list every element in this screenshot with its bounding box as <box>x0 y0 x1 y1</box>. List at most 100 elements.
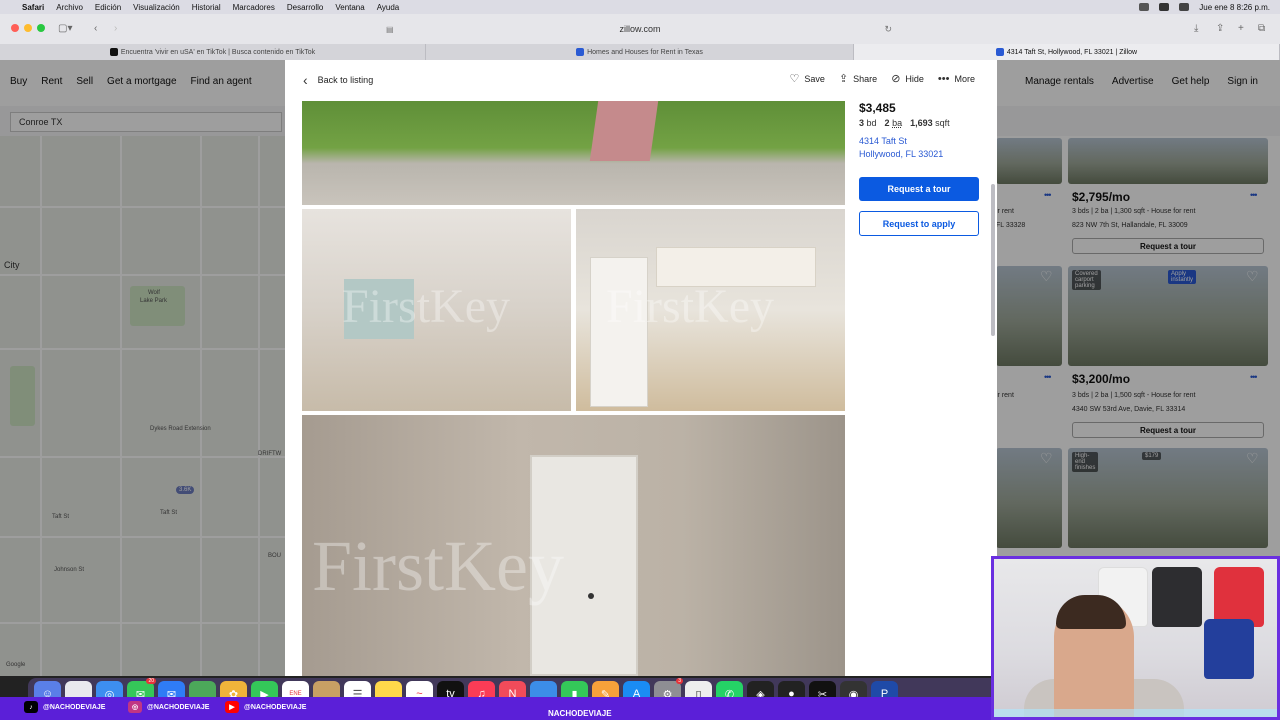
baths-fact: 2 ba <box>885 118 903 128</box>
menu-visualizacion[interactable]: Visualización <box>133 3 180 12</box>
back-label: Back to listing <box>317 75 374 85</box>
instagram-handle: ◎ @NACHODEVIAJE <box>128 701 209 713</box>
tab-title: 4314 Taft St, Hollywood, FL 33021 | Zill… <box>1006 48 1138 56</box>
instagram-icon: ◎ <box>128 701 142 713</box>
sqft-unit: sqft <box>935 118 950 128</box>
minimize-window-button[interactable] <box>24 24 32 32</box>
heart-icon: ♡ <box>789 73 800 85</box>
safari-toolbar: ▢▾ ‹ › ▤ zillow.com ↻ ⤓ ⇪ + ⧉ <box>0 14 1280 44</box>
action-label: Hide <box>905 73 924 84</box>
listing-actions: ♡ Save ⇪ Share ⊘ Hide ••• More <box>790 72 975 86</box>
share-button[interactable]: ⇪ Share <box>839 72 877 85</box>
jersey-black <box>1152 567 1202 627</box>
menubar-status-area: Jue ene 8 8:26 p.m. <box>1139 0 1270 14</box>
hide-button[interactable]: ⊘ Hide <box>891 72 924 85</box>
menu-edicion[interactable]: Edición <box>95 3 121 12</box>
downloads-icon[interactable]: ⤓ <box>1194 23 1198 34</box>
tab-listing[interactable]: 4314 Taft St, Hollywood, FL 33021 | Zill… <box>854 44 1280 60</box>
forward-nav-icon[interactable]: › <box>114 23 117 34</box>
sidebar-toggle-icon[interactable]: ▢▾ <box>58 23 72 34</box>
beds-unit: bd <box>866 118 877 128</box>
request-tour-button[interactable]: Request a tour <box>859 177 979 201</box>
baths-unit: ba <box>892 118 903 128</box>
share-icon: ⇪ <box>838 73 849 85</box>
back-to-listing-link[interactable]: ‹ Back to listing <box>303 72 373 88</box>
jersey-blue <box>1204 619 1254 679</box>
menu-historial[interactable]: Historial <box>192 3 221 12</box>
address-url: zillow.com <box>619 24 661 34</box>
handle-text: @NACHODEVIAJE <box>43 703 106 711</box>
tab-tiktok[interactable]: Encuentra 'vivir en uSA' en TikTok | Bus… <box>0 44 426 60</box>
handle-text: @NACHODEVIAJE <box>244 703 307 711</box>
listing-photo-hallway[interactable]: FirstKey <box>302 415 845 676</box>
menu-safari[interactable]: Safari <box>22 3 44 12</box>
menu-ventana[interactable]: Ventana <box>335 3 364 12</box>
wifi-icon[interactable] <box>1159 3 1170 11</box>
listing-photo-modal: ‹ Back to listing ♡ Save ⇪ Share ⊘ Hide … <box>285 60 997 676</box>
menu-marcadores[interactable]: Marcadores <box>233 3 275 12</box>
share-page-icon[interactable]: ⇪ <box>1216 23 1224 34</box>
handle-text: @NACHODEVIAJE <box>147 703 210 711</box>
back-nav-icon[interactable]: ‹ <box>94 23 97 34</box>
photo-gallery[interactable]: FirstKey FirstKey FirstKey <box>302 101 845 676</box>
address-line-2: Hollywood, FL 33021 <box>859 149 944 159</box>
address-line-1: 4314 Taft St <box>859 136 907 146</box>
zillow-favicon-icon <box>995 48 1004 56</box>
youtube-icon: ▶ <box>225 701 239 713</box>
door-knob <box>588 593 594 599</box>
tiktok-icon: ♪ <box>24 701 38 713</box>
macos-menu-bar: Safari Archivo Edición Visualización His… <box>0 0 1280 14</box>
action-label: Share <box>853 73 878 84</box>
listing-photo-exterior[interactable] <box>302 101 845 205</box>
request-to-apply-button[interactable]: Request to apply <box>859 211 979 236</box>
site-settings-icon[interactable]: ▤ <box>386 25 394 34</box>
watermark: FirstKey <box>342 280 510 333</box>
listing-summary: $3,485 3 bd 2 ba 1,693 sqft 4314 Taft St… <box>859 101 989 236</box>
chevron-left-icon: ‹ <box>303 72 308 88</box>
hide-icon: ⊘ <box>891 73 901 85</box>
tiktok-favicon-icon <box>109 48 118 56</box>
spotlight-icon[interactable] <box>1179 3 1190 11</box>
zillow-favicon-icon <box>576 48 585 56</box>
reload-icon[interactable]: ↻ <box>884 24 892 35</box>
menu-ayuda[interactable]: Ayuda <box>377 3 400 12</box>
listing-photo-kitchen[interactable]: FirstKey <box>576 209 845 411</box>
tab-overview-icon[interactable]: ⧉ <box>1258 23 1265 34</box>
tab-title: Homes and Houses for Rent in Texas <box>587 48 703 56</box>
action-label: More <box>954 73 975 84</box>
messages-badge: 20 <box>146 677 156 684</box>
baths-number: 2 <box>884 118 890 128</box>
sqft-number: 1,693 <box>910 118 933 128</box>
jersey-red <box>1214 567 1264 627</box>
watermark: FirstKey <box>312 526 564 606</box>
listing-facts: 3 bd 2 ba 1,693 sqft <box>859 118 989 128</box>
menubar-clock[interactable]: Jue ene 8 8:26 p.m. <box>1199 3 1270 12</box>
tab-bar: Encuentra 'vivir en uSA' en TikTok | Bus… <box>0 44 1280 60</box>
brick-path <box>589 101 659 161</box>
youtube-handle: ▶ @NACHODEVIAJE <box>225 701 306 713</box>
light-strip <box>994 709 1277 717</box>
menu-desarrollo[interactable]: Desarrollo <box>287 3 323 12</box>
sqft-fact: 1,693 sqft <box>910 118 950 128</box>
save-button[interactable]: ♡ Save <box>790 72 825 85</box>
more-icon: ••• <box>937 72 950 85</box>
listing-address-link[interactable]: 4314 Taft St Hollywood, FL 33021 <box>859 135 989 161</box>
control-center-icon[interactable] <box>1139 3 1150 11</box>
menu-archivo[interactable]: Archivo <box>56 3 83 12</box>
listing-price: $3,485 <box>859 101 896 115</box>
close-window-button[interactable] <box>11 24 19 32</box>
more-button[interactable]: ••• More <box>938 72 975 85</box>
listing-photo-living-room[interactable]: FirstKey <box>302 209 571 411</box>
tab-homes-texas[interactable]: Homes and Houses for Rent in Texas <box>426 44 854 60</box>
watermark: FirstKey <box>606 280 774 333</box>
tab-title: Encuentra 'vivir en uSA' en TikTok | Bus… <box>120 48 316 56</box>
webcam-overlay <box>991 556 1280 720</box>
beds-fact: 3 bd <box>859 118 877 128</box>
tiktok-handle: ♪ @NACHODEVIAJE <box>24 701 105 713</box>
beds-number: 3 <box>859 118 865 128</box>
modal-scrollbar[interactable] <box>991 184 995 336</box>
address-bar[interactable]: ▤ zillow.com ↻ <box>380 20 900 38</box>
zoom-window-button[interactable] <box>37 24 45 32</box>
window-controls <box>11 24 45 32</box>
new-tab-icon[interactable]: + <box>1238 23 1244 34</box>
